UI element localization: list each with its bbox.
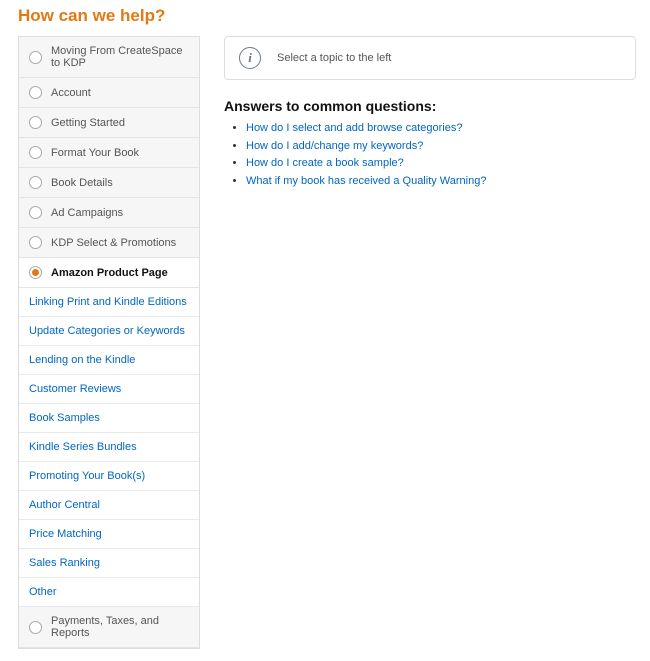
info-text: Select a topic to the left xyxy=(277,52,391,64)
answer-link[interactable]: How do I select and add browse categorie… xyxy=(246,120,636,138)
sidebar-category[interactable]: Getting Started xyxy=(19,108,199,138)
sidebar-subitem[interactable]: Author Central xyxy=(19,491,199,520)
radio-icon xyxy=(29,621,42,634)
sidebar-subitem[interactable]: Lending on the Kindle xyxy=(19,346,199,375)
radio-icon xyxy=(29,176,42,189)
answer-link[interactable]: How do I create a book sample? xyxy=(246,155,636,173)
sidebar-category[interactable]: Ad Campaigns xyxy=(19,198,199,228)
sidebar-subitem[interactable]: Linking Print and Kindle Editions xyxy=(19,288,199,317)
answers-heading: Answers to common questions: xyxy=(224,98,636,114)
radio-icon xyxy=(29,206,42,219)
page-title: How can we help? xyxy=(0,0,650,36)
answer-link[interactable]: What if my book has received a Quality W… xyxy=(246,173,636,191)
sidebar-category-label: Payments, Taxes, and Reports xyxy=(51,615,189,639)
sidebar-category[interactable]: Book Details xyxy=(19,168,199,198)
layout: Moving From CreateSpace to KDP Account Get… xyxy=(0,36,650,661)
sidebar-category[interactable]: Format Your Book xyxy=(19,138,199,168)
sidebar-category-label: Format Your Book xyxy=(51,147,139,159)
sidebar-category[interactable]: Amazon Product Page xyxy=(19,258,199,288)
sidebar-category-label: KDP Select & Promotions xyxy=(51,237,176,249)
sidebar-category-label: Account xyxy=(51,87,91,99)
sidebar-category[interactable]: Payments, Taxes, and Reports xyxy=(19,607,199,648)
sidebar-subitem[interactable]: Sales Ranking xyxy=(19,549,199,578)
radio-icon xyxy=(29,146,42,159)
sidebar-category-label: Getting Started xyxy=(51,117,125,129)
sidebar-subitem[interactable]: Promoting Your Book(s) xyxy=(19,462,199,491)
sidebar-category-label: Book Details xyxy=(51,177,113,189)
sidebar-subitem[interactable]: Price Matching xyxy=(19,520,199,549)
info-box: i Select a topic to the left xyxy=(224,36,636,80)
answer-link[interactable]: How do I add/change my keywords? xyxy=(246,138,636,156)
radio-icon xyxy=(29,266,42,279)
radio-icon xyxy=(29,51,42,64)
sidebar-category[interactable]: Moving From CreateSpace to KDP xyxy=(19,37,199,78)
radio-icon xyxy=(29,116,42,129)
main-panel: i Select a topic to the left Answers to … xyxy=(200,36,636,190)
sidebar-category-label: Ad Campaigns xyxy=(51,207,123,219)
sidebar-subitem[interactable]: Other xyxy=(19,578,199,607)
sidebar-category[interactable]: KDP Select & Promotions xyxy=(19,228,199,258)
sidebar-category[interactable]: Account xyxy=(19,78,199,108)
sidebar-subitem[interactable]: Kindle Series Bundles xyxy=(19,433,199,462)
radio-icon xyxy=(29,236,42,249)
sidebar-subitem[interactable]: Customer Reviews xyxy=(19,375,199,404)
info-icon: i xyxy=(239,47,261,69)
sidebar-subitem[interactable]: Book Samples xyxy=(19,404,199,433)
sidebar-category-label: Amazon Product Page xyxy=(51,267,168,279)
sidebar-category-label: Moving From CreateSpace to KDP xyxy=(51,45,189,69)
sidebar: Moving From CreateSpace to KDP Account Get… xyxy=(18,36,200,649)
answers-list: How do I select and add browse categorie… xyxy=(224,120,636,190)
radio-icon xyxy=(29,86,42,99)
sidebar-subitem[interactable]: Update Categories or Keywords xyxy=(19,317,199,346)
